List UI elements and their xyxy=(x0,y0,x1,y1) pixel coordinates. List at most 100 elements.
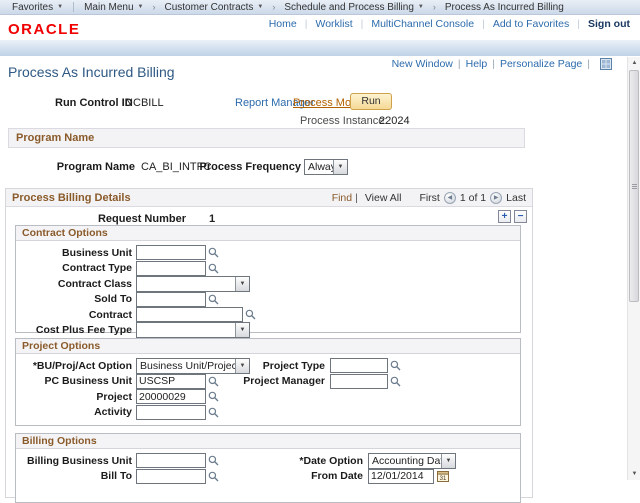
pc-business-unit-input[interactable] xyxy=(136,374,206,389)
contract-label: Contract xyxy=(16,309,136,321)
breadcrumb-label: Process As Incurred Billing xyxy=(445,2,564,13)
calendar-icon[interactable]: 31 xyxy=(437,470,449,482)
chevron-down-icon: ▼ xyxy=(235,323,249,337)
chevron-down-icon: ▼ xyxy=(257,4,263,10)
activity-lookup-icon[interactable] xyxy=(208,407,219,418)
breadcrumb-item-schedule-process-billing[interactable]: Schedule and Process Billing ▼ xyxy=(276,0,431,14)
billing-business-unit-input[interactable] xyxy=(136,453,206,468)
field-row-contract-type: Contract Type xyxy=(16,261,520,277)
worklist-link[interactable]: Worklist xyxy=(315,18,352,30)
pc-business-unit-label: PC Business Unit xyxy=(16,375,136,387)
add-to-favorites-link[interactable]: Add to Favorites xyxy=(493,18,569,30)
run-control-id-value: INCBILL xyxy=(122,97,164,109)
field-row-billing-business-unit: Billing Business Unit *Date Option Accou… xyxy=(16,453,520,469)
project-options-groupbox: Project Options *BU/Proj/Act Option Busi… xyxy=(15,338,521,426)
breadcrumb-item-main-menu[interactable]: Main Menu ▼ xyxy=(76,0,151,14)
last-label: Last xyxy=(506,192,526,204)
activity-input[interactable] xyxy=(136,405,206,420)
project-input[interactable] xyxy=(136,389,206,404)
vertical-scrollbar[interactable]: ▲ ▼ xyxy=(627,57,640,480)
project-type-input[interactable] xyxy=(330,358,388,373)
from-date-input[interactable] xyxy=(368,469,434,484)
request-number-label: Request Number xyxy=(66,213,186,225)
project-manager-lookup-icon[interactable] xyxy=(390,376,401,387)
sold-to-input[interactable] xyxy=(136,292,206,307)
program-name-label: Program Name xyxy=(40,161,135,173)
link-separator: | xyxy=(355,192,358,204)
process-frequency-label: Process Frequency xyxy=(175,161,301,173)
project-type-lookup-icon[interactable] xyxy=(390,360,401,371)
bill-to-input[interactable] xyxy=(136,469,206,484)
field-row-from-date: From Date 31 xyxy=(256,469,449,485)
program-name-section-header: Program Name xyxy=(8,128,525,148)
breadcrumb-label: Main Menu xyxy=(84,2,133,13)
contract-options-groupbox: Contract Options Business Unit Contract … xyxy=(15,225,521,333)
process-billing-details-header: Process Billing Details Find | View All … xyxy=(6,189,532,207)
home-link[interactable]: Home xyxy=(269,18,297,30)
next-row-icon[interactable]: ▶ xyxy=(490,192,502,204)
scrollbar-thumb[interactable] xyxy=(629,70,639,302)
header: ORACLE Home | Worklist | MultiChannel Co… xyxy=(0,15,640,40)
sold-to-label: Sold To xyxy=(16,293,136,305)
billing-business-unit-lookup-icon[interactable] xyxy=(208,455,219,466)
personalize-page-link[interactable]: Personalize Page xyxy=(500,58,582,70)
breadcrumb-item-customer-contracts[interactable]: Customer Contracts ▼ xyxy=(157,0,272,14)
field-row-pc-business-unit: PC Business Unit Project Manager xyxy=(16,374,520,390)
breadcrumb-chevron-icon: › xyxy=(272,2,275,12)
field-row-contract: Contract xyxy=(16,307,520,323)
breadcrumb-label: Schedule and Process Billing xyxy=(284,2,414,13)
process-billing-details-section: Process Billing Details Find | View All … xyxy=(5,188,533,498)
bill-to-label: Bill To xyxy=(16,470,136,482)
new-window-link[interactable]: New Window xyxy=(392,58,453,70)
bill-to-lookup-icon[interactable] xyxy=(208,471,219,482)
select-value: Accounting Date xyxy=(369,455,441,467)
business-unit-input[interactable] xyxy=(136,245,206,260)
sold-to-lookup-icon[interactable] xyxy=(208,294,219,305)
project-manager-input[interactable] xyxy=(330,374,388,389)
contract-input[interactable] xyxy=(136,307,243,322)
contract-type-lookup-icon[interactable] xyxy=(208,263,219,274)
breadcrumb-item-favorites[interactable]: Favorites ▼ xyxy=(4,0,71,14)
add-row-button[interactable]: + xyxy=(498,210,511,223)
contract-class-select[interactable]: ▼ xyxy=(136,276,250,292)
project-lookup-icon[interactable] xyxy=(208,391,219,402)
cost-plus-fee-type-select[interactable]: ▼ xyxy=(136,322,250,338)
groupbox-title: Billing Options xyxy=(16,434,520,449)
project-type-label: Project Type xyxy=(216,360,330,372)
contract-type-input[interactable] xyxy=(136,261,206,276)
project-manager-label: Project Manager xyxy=(216,375,330,387)
delete-row-button[interactable]: − xyxy=(514,210,527,223)
personalize-grid-icon[interactable] xyxy=(600,58,612,70)
business-unit-label: Business Unit xyxy=(16,247,136,259)
first-label: First xyxy=(419,192,439,204)
field-row-sold-to: Sold To xyxy=(16,292,520,308)
field-row-activity: Activity xyxy=(16,405,520,421)
field-row-cost-plus-fee-type: Cost Plus Fee Type ▼ xyxy=(16,323,520,339)
date-option-select[interactable]: Accounting Date ▼ xyxy=(368,453,456,469)
scroll-down-icon[interactable]: ▼ xyxy=(628,468,640,480)
field-row-business-unit: Business Unit xyxy=(16,245,520,261)
field-row-bill-to: Bill To From Date 31 xyxy=(16,469,520,485)
groupbox-title: Contract Options xyxy=(16,226,520,241)
link-separator: | xyxy=(587,58,590,70)
field-row-bu-proj-act-option: *BU/Proj/Act Option Business Unit/Projec… xyxy=(16,358,520,374)
find-link[interactable]: Find xyxy=(332,192,352,204)
bu-proj-act-option-label: *BU/Proj/Act Option xyxy=(16,360,136,372)
page-title: Process As Incurred Billing xyxy=(8,64,175,80)
sign-out-link[interactable]: Sign out xyxy=(588,18,630,30)
run-button[interactable]: Run xyxy=(350,93,392,110)
business-unit-lookup-icon[interactable] xyxy=(208,247,219,258)
section-title: Process Billing Details xyxy=(12,192,131,204)
process-frequency-select[interactable]: Always ▼ xyxy=(304,159,348,175)
help-link[interactable]: Help xyxy=(466,58,488,70)
process-instance-value: 22024 xyxy=(379,115,410,127)
multichannel-console-link[interactable]: MultiChannel Console xyxy=(371,18,474,30)
previous-row-icon[interactable]: ◀ xyxy=(444,192,456,204)
field-row-project-manager: Project Manager xyxy=(216,374,401,390)
header-gradient-band xyxy=(0,40,640,56)
contract-lookup-icon[interactable] xyxy=(245,309,256,320)
scroll-up-icon[interactable]: ▲ xyxy=(628,57,640,69)
request-number-value: 1 xyxy=(209,213,215,225)
process-instance-label: Process Instance: xyxy=(300,115,387,127)
view-all-link[interactable]: View All xyxy=(365,192,402,204)
